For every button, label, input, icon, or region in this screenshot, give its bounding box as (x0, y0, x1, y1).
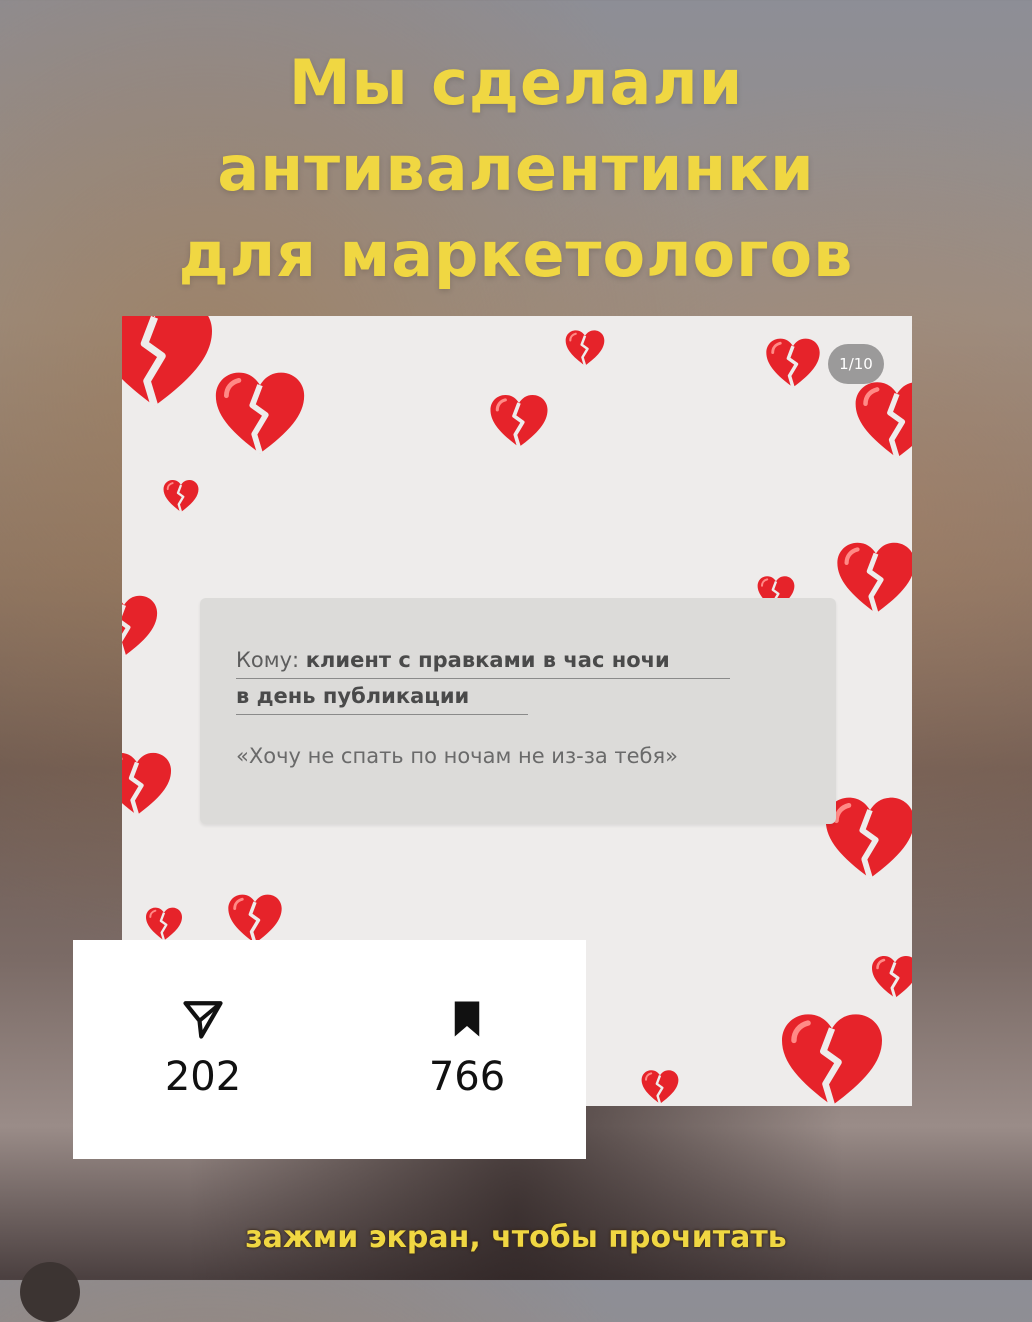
headline: Мы сделали антивалентинки для маркетолог… (0, 40, 1032, 298)
recipient-line: Кому: клиент с правками в час ночи (236, 648, 730, 679)
broken-heart-icon (226, 892, 284, 946)
send-icon (183, 1001, 223, 1039)
broken-heart-icon (764, 336, 822, 390)
broken-heart-icon (122, 586, 160, 666)
slide-counter: 1/10 (828, 344, 884, 384)
saves-stat[interactable]: 766 (387, 998, 547, 1100)
broken-heart-icon (640, 1068, 680, 1106)
avatar (20, 1262, 80, 1322)
shares-stat[interactable]: 202 (123, 998, 283, 1100)
shares-count: 202 (164, 1054, 242, 1100)
hold-to-read-caption: зажми экран, чтобы прочитать (245, 1220, 787, 1255)
broken-heart-icon (162, 478, 200, 514)
broken-heart-icon (852, 374, 912, 466)
stats-panel: 202 766 (73, 940, 586, 1159)
headline-line-2: антивалентинки (217, 132, 815, 205)
broken-heart-icon (488, 393, 550, 449)
saves-count: 766 (428, 1054, 506, 1100)
recipient-value: клиент с правками в час ночи (305, 648, 670, 672)
broken-heart-icon (122, 316, 217, 411)
broken-heart-icon (144, 906, 184, 942)
message-quote: «Хочу не спать по ночам не из-за тебя» (236, 744, 678, 768)
recipient-value-continued: в день публикации (236, 684, 528, 715)
headline-line-1: Мы сделали (288, 46, 744, 119)
broken-heart-icon (122, 748, 174, 820)
broken-heart-icon (212, 368, 308, 458)
message-box: Кому: клиент с правками в час ночи в ден… (200, 598, 836, 824)
broken-heart-icon (834, 538, 912, 618)
bookmark-icon (454, 1001, 480, 1037)
broken-heart-icon (774, 1010, 890, 1106)
broken-heart-icon (870, 954, 912, 1000)
headline-line-3: для маркетологов (178, 218, 854, 291)
broken-heart-icon (564, 329, 606, 367)
recipient-label: Кому: (236, 648, 300, 672)
